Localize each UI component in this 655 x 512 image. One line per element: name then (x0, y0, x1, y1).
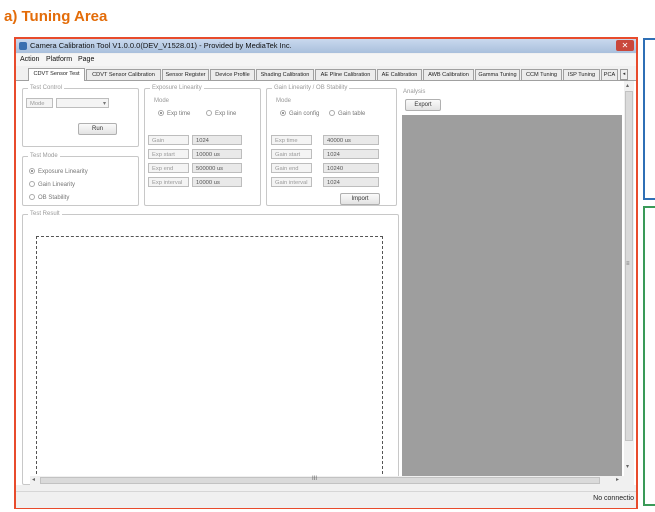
menu-action[interactable]: Action (20, 56, 39, 63)
exp-end-label: Exp end (148, 163, 189, 173)
test-control-legend: Test Control (30, 85, 63, 91)
mode-label-box: Mode (26, 98, 53, 108)
radio-label: Exp line (215, 111, 237, 117)
title-bar: Camera Calibration Tool V1.0.0.0(DEV_V15… (16, 39, 636, 53)
chevron-down-icon: ▾ (102, 101, 106, 107)
tab-shading-calibration[interactable]: Shading Calibration (256, 69, 314, 80)
scroll-up-icon[interactable]: ▴ (626, 82, 629, 89)
menu-page[interactable]: Page (78, 56, 94, 63)
radio-label: Exposure Linearity (38, 169, 88, 175)
test-control-group: Test Control (22, 85, 139, 147)
radio-gain-config[interactable]: Gain config (280, 110, 319, 117)
exp-interval-input[interactable]: 10000 us (192, 177, 242, 187)
radio-dot-icon (158, 110, 164, 116)
radio-dot-icon (29, 181, 35, 187)
radio-exposure-linearity[interactable]: Exposure Linearity (29, 168, 88, 175)
tab-sensor-register[interactable]: Sensor Register (162, 69, 209, 80)
exp-end-input[interactable]: 500000 us (192, 163, 242, 173)
radio-dot-icon (206, 110, 212, 116)
radio-dot-icon (29, 168, 35, 174)
tab-scroll-left-icon[interactable]: ◂ (620, 69, 628, 80)
status-bar: No connectio (16, 491, 636, 508)
exp-time-label: Exp time (271, 135, 312, 145)
scroll-down-icon[interactable]: ▾ (626, 463, 629, 470)
scroll-grip-icon: ≡ (626, 261, 630, 267)
radio-gain-linearity[interactable]: Gain Linearity (29, 181, 75, 188)
radio-label: Gain Linearity (38, 182, 76, 188)
gain-mode-label: Mode (276, 98, 292, 104)
tab-awb-calibration[interactable]: AWB Calibration (423, 69, 474, 80)
radio-label: OB Stability (38, 195, 70, 201)
radio-label: Gain config (289, 111, 320, 117)
radio-dot-icon (29, 194, 35, 200)
adjacent-area-frame-blue (643, 38, 655, 200)
gain-interval-label: Gain interval (271, 177, 312, 187)
app-window: Camera Calibration Tool V1.0.0.0(DEV_V15… (16, 39, 636, 508)
horizontal-scroll-thumb[interactable] (40, 477, 600, 484)
tab-cdvt-sensor-calibration[interactable]: CDVT Sensor Calibration (86, 69, 161, 80)
radio-dot-icon (329, 110, 335, 116)
scroll-left-icon[interactable]: ◂ (32, 476, 35, 483)
tab-ae-calibration[interactable]: AE Calibration (377, 69, 422, 80)
scroll-right-icon[interactable]: ▸ (616, 476, 619, 483)
camera-app-icon (19, 42, 27, 50)
tab-content: Test Control Mode ▾ Run Test Mode Exposu… (16, 81, 636, 485)
exposure-mode-label: Mode (154, 98, 170, 104)
tuning-area-caption: a) Tuning Area (4, 8, 108, 25)
analysis-display-area (402, 115, 622, 485)
gain-end-input[interactable]: 10240 (323, 163, 379, 173)
window-title: Camera Calibration Tool V1.0.0.0(DEV_V15… (30, 41, 292, 50)
tab-strip: CDVT Sensor Test CDVT Sensor Calibration… (16, 68, 636, 91)
mode-combobox[interactable]: ▾ (56, 98, 109, 108)
test-result-legend: Test Result (30, 211, 60, 217)
tab-ae-pline-calibration[interactable]: AE Pline Calibration (315, 69, 376, 80)
test-mode-legend: Test Mode (30, 153, 58, 159)
tab-scroll-arrows: ◂▸ (620, 69, 634, 91)
vertical-scrollbar[interactable]: ▴ ≡ ▾ (624, 81, 634, 485)
radio-label: Exp time (167, 111, 191, 117)
gain-start-input[interactable]: 1024 (323, 149, 379, 159)
radio-gain-table[interactable]: Gain table (329, 110, 365, 117)
radio-exp-line[interactable]: Exp line (206, 110, 236, 117)
gain-end-label: Gain end (271, 163, 312, 173)
analysis-legend: Analysis (403, 89, 426, 95)
radio-exp-time[interactable]: Exp time (158, 110, 190, 117)
tab-gamma-tuning[interactable]: Gamma Tuning (475, 69, 520, 80)
export-button[interactable]: Export (405, 99, 441, 111)
radio-label: Gain table (338, 111, 366, 117)
exp-start-input[interactable]: 10000 us (192, 149, 242, 159)
run-button[interactable]: Run (78, 123, 117, 135)
tab-pca[interactable]: PCA (601, 69, 618, 80)
gain-start-label: Gain start (271, 149, 312, 159)
hscroll-grip-icon: III (312, 476, 318, 482)
connection-status: No connectio (593, 495, 634, 502)
horizontal-scrollbar[interactable]: ◂ III ▸ (30, 476, 624, 485)
gain-linearity-legend: Gain Linearity / OB Stability (274, 85, 348, 91)
gain-input[interactable]: 1024 (192, 135, 242, 145)
exp-start-label: Exp start (148, 149, 189, 159)
adjacent-area-frame-green (643, 206, 655, 506)
import-button[interactable]: Import (340, 193, 380, 205)
tab-isp-tuning[interactable]: ISP Tuning (563, 69, 600, 80)
radio-ob-stability[interactable]: OB Stability (29, 194, 69, 201)
exposure-linearity-legend: Exposure Linearity (152, 85, 202, 91)
gain-interval-input[interactable]: 1024 (323, 177, 379, 187)
menu-platform[interactable]: Platform (46, 56, 72, 63)
tab-device-profile[interactable]: Device Profile (210, 69, 255, 80)
close-button[interactable]: ✕ (616, 40, 634, 51)
exp-time-input[interactable]: 40000 us (323, 135, 379, 145)
exp-interval-label: Exp interval (148, 177, 189, 187)
menu-bar: Action Platform Page (16, 54, 636, 66)
gain-label: Gain (148, 135, 189, 145)
tab-cdvt-sensor-test[interactable]: CDVT Sensor Test (28, 68, 85, 81)
test-result-plot-area (36, 236, 383, 484)
tab-ccm-tuning[interactable]: CCM Tuning (521, 69, 562, 80)
radio-dot-icon (280, 110, 286, 116)
